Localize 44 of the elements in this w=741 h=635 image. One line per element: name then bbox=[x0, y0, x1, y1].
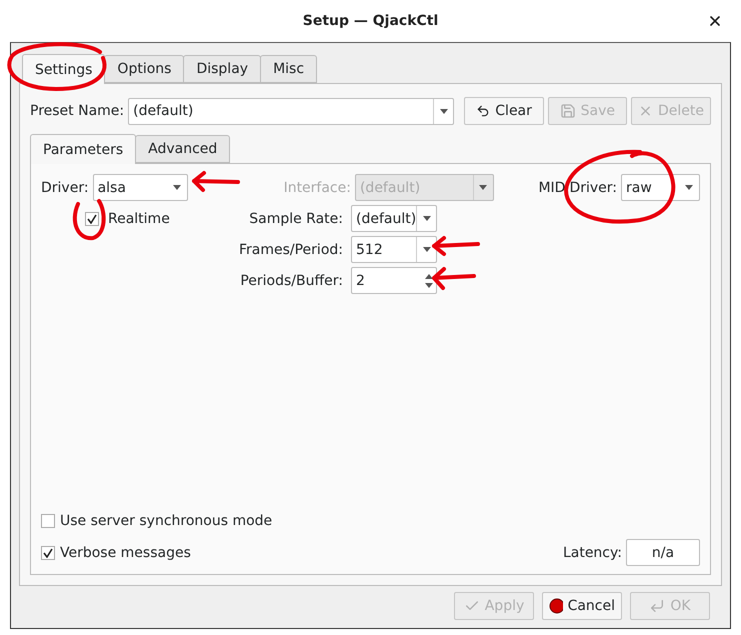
field-label: Latency: bbox=[562, 544, 622, 560]
combo-box[interactable]: 512 bbox=[351, 236, 437, 263]
annotation-arrow bbox=[192, 171, 240, 192]
field-label: Sample Rate: bbox=[248, 210, 344, 226]
latency-field: n/a bbox=[626, 539, 700, 566]
clear-button[interactable]: Clear bbox=[464, 97, 544, 125]
checkbox-label[interactable]: Realtime bbox=[108, 210, 170, 226]
preset-name-combo[interactable]: (default) bbox=[128, 98, 454, 124]
checkbox[interactable] bbox=[85, 212, 99, 226]
tab[interactable]: Display bbox=[183, 55, 262, 83]
checkbox-label[interactable]: Verbose messages bbox=[60, 544, 191, 560]
annotation-arrow bbox=[432, 267, 476, 290]
field-label: MID bbox=[538, 180, 566, 196]
checkbox[interactable] bbox=[41, 546, 55, 560]
checkbox[interactable] bbox=[41, 514, 55, 528]
undo-icon bbox=[476, 104, 490, 118]
tab[interactable]: Settings bbox=[22, 54, 106, 84]
dropdown-arrow-icon bbox=[422, 216, 431, 221]
tab[interactable]: Advanced bbox=[135, 135, 230, 163]
dropdown-arrow-icon bbox=[422, 247, 430, 252]
checkbox-label[interactable]: Use server synchronous mode bbox=[60, 513, 272, 529]
dropdown-arrow-icon bbox=[172, 185, 181, 190]
field-label: Periods/Buffer: bbox=[239, 272, 344, 288]
stop-sign-icon bbox=[549, 598, 563, 614]
window-title: Setup — QjackCtl bbox=[302, 13, 438, 29]
close-button[interactable] bbox=[707, 13, 723, 29]
field-label: Driver: bbox=[41, 180, 89, 196]
field-label: Frames/Period: bbox=[238, 242, 344, 258]
dropdown-arrow-icon bbox=[440, 108, 448, 114]
tab[interactable]: Options bbox=[104, 55, 184, 83]
spin-box[interactable]: 2 bbox=[351, 267, 437, 294]
driver-combo[interactable]: alsa bbox=[92, 174, 188, 201]
dropdown-arrow-icon bbox=[685, 185, 693, 190]
combo-box[interactable]: (default) bbox=[351, 205, 437, 232]
tab[interactable]: Misc bbox=[260, 55, 318, 83]
field-label: Preset Name: bbox=[30, 103, 124, 119]
field-label: Interface: bbox=[284, 180, 351, 196]
cancel-button[interactable]: Cancel bbox=[542, 592, 622, 620]
tab[interactable]: Parameters bbox=[30, 134, 136, 164]
field-label: Driver: bbox=[569, 180, 617, 196]
annotation-arrow bbox=[432, 236, 480, 256]
dropdown-arrow-icon bbox=[479, 185, 488, 190]
midi-driver-combo[interactable]: raw bbox=[621, 174, 700, 201]
return-arrow-icon bbox=[649, 598, 666, 614]
